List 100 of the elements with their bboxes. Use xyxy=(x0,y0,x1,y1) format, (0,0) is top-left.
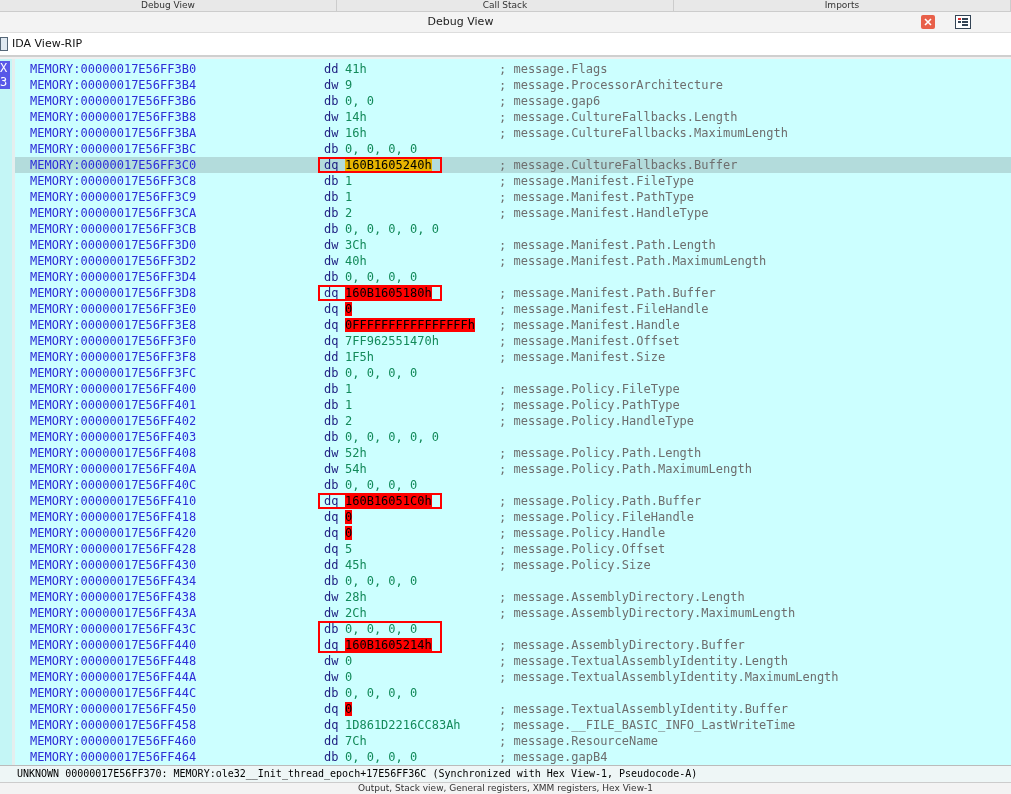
listing-row[interactable]: MEMORY:00000017E56FF408 dw 52h ; message.Policy.Path.Length xyxy=(15,444,1011,461)
address: MEMORY:00000017E56FF3C0 xyxy=(30,156,198,173)
value: 14h xyxy=(345,109,367,124)
listing-row[interactable]: MEMORY:00000017E56FF40C db 0, 0, 0, 0 xyxy=(15,476,1011,493)
panel-tabs-label[interactable]: Output, Stack view, General registers, XMM registers, Hex View-1 xyxy=(358,783,653,794)
comment: ; message.Policy.HandleType xyxy=(499,412,695,429)
value: 9 xyxy=(345,77,353,92)
listing-row[interactable]: MEMORY:00000017E56FF448 dw 0 ; message.TextualAssemblyIdentity.Length xyxy=(15,652,1011,669)
address: MEMORY:00000017E56FF430 xyxy=(30,556,198,573)
address: MEMORY:00000017E56FF448 xyxy=(30,652,198,669)
value: 40h xyxy=(345,253,367,268)
value: 16h xyxy=(345,125,367,140)
listing-row[interactable]: MEMORY:00000017E56FF43A dw 2Ch ; message.AssemblyDirectory.MaximumLength xyxy=(15,604,1011,621)
value: 54h xyxy=(345,461,367,476)
listing-row[interactable]: MEMORY:00000017E56FF3D2 dw 40h ; message.Manifest.Path.MaximumLength xyxy=(15,252,1011,269)
value: 3Ch xyxy=(345,237,367,252)
listing-row[interactable]: MEMORY:00000017E56FF3B6 db 0, 0 ; message.gap6 xyxy=(15,92,1011,109)
directive: dq xyxy=(323,540,340,557)
listing-row[interactable]: MEMORY:00000017E56FF3F8 dd 1F5h ; message.Manifest.Size xyxy=(15,348,1011,365)
address: MEMORY:00000017E56FF44A xyxy=(30,668,198,685)
comment: ; message.Policy.Path.Length xyxy=(499,444,702,461)
address: MEMORY:00000017E56FF3D0 xyxy=(30,236,198,253)
comment: ; message.Manifest.Size xyxy=(499,348,666,365)
listing-row[interactable]: MEMORY:00000017E56FF460 dd 7Ch ; message.ResourceName xyxy=(15,732,1011,749)
comment: ; message.ProcessorArchitecture xyxy=(499,76,723,93)
address: MEMORY:00000017E56FF460 xyxy=(30,732,198,749)
listing-row[interactable]: MEMORY:00000017E56FF3C8 db 1 ; message.Manifest.FileType xyxy=(15,172,1011,189)
directive: db xyxy=(323,204,340,221)
address: MEMORY:00000017E56FF464 xyxy=(30,748,198,765)
directive: dw xyxy=(323,652,340,669)
comment: ; message.Policy.FileHandle xyxy=(499,508,695,525)
value: 7Ch xyxy=(345,733,367,748)
value: 1 xyxy=(345,173,353,188)
directive: dw xyxy=(323,124,340,141)
listing-row[interactable]: MEMORY:00000017E56FF450 dq 0 ; message.TextualAssemblyIdentity.Buffer xyxy=(15,700,1011,717)
view-tab[interactable]: IDA View-RIP xyxy=(0,36,83,51)
listing-row[interactable]: MEMORY:00000017E56FF3C9 db 1 ; message.Manifest.PathType xyxy=(15,188,1011,205)
directive: dw xyxy=(323,236,340,253)
listing-row[interactable]: MEMORY:00000017E56FF3B4 dw 9 ; message.ProcessorArchitecture xyxy=(15,76,1011,93)
address: MEMORY:00000017E56FF438 xyxy=(30,588,198,605)
listing-row[interactable]: MEMORY:00000017E56FF430 dd 45h ; message.Policy.Size xyxy=(15,556,1011,573)
value: 2 xyxy=(345,205,353,220)
panel-tab[interactable]: Debug View xyxy=(0,0,337,11)
value: 0, 0, 0, 0, 0 xyxy=(345,429,439,444)
listing-row[interactable]: MEMORY:00000017E56FF43C db 0, 0, 0, 0 xyxy=(15,620,1011,637)
directive: dd xyxy=(323,556,340,573)
value: 0 xyxy=(345,301,353,316)
value: 0, 0, 0, 0 xyxy=(345,477,418,492)
close-icon[interactable] xyxy=(921,15,935,29)
address: MEMORY:00000017E56FF43C xyxy=(30,620,198,637)
listing-row[interactable]: MEMORY:00000017E56FF401 db 1 ; message.Policy.PathType xyxy=(15,396,1011,413)
value: 0FFFFFFFFFFFFFFFFh xyxy=(345,317,476,332)
listing-row[interactable]: MEMORY:00000017E56FF3E0 dq 0 ; message.Manifest.FileHandle xyxy=(15,300,1011,317)
panel-tab[interactable]: Imports xyxy=(674,0,1011,11)
listing-row[interactable]: MEMORY:00000017E56FF434 db 0, 0, 0, 0 xyxy=(15,572,1011,589)
listing-row[interactable]: MEMORY:00000017E56FF44C db 0, 0, 0, 0 xyxy=(15,684,1011,701)
address: MEMORY:00000017E56FF40A xyxy=(30,460,198,477)
listing-row[interactable]: MEMORY:00000017E56FF3FC db 0, 0, 0, 0 xyxy=(15,364,1011,381)
comment: ; message.__FILE_BASIC_INFO_LastWriteTime xyxy=(499,716,796,733)
value: 160B1605214h xyxy=(345,637,432,652)
value: 0 xyxy=(345,509,353,524)
listing-row[interactable]: MEMORY:00000017E56FF420 dq 0 ; message.Policy.Handle xyxy=(15,524,1011,541)
listing-row[interactable]: MEMORY:00000017E56FF3B8 dw 14h ; message.CultureFallbacks.Length xyxy=(15,108,1011,125)
selected-row[interactable]: MEMORY:00000017E56FF3C0 dq 160B1605240h ; message.CultureFallbacks.Buffer xyxy=(15,156,1011,173)
listing-row[interactable]: MEMORY:00000017E56FF438 dw 28h ; message.AssemblyDirectory.Length xyxy=(15,588,1011,605)
listing-row[interactable]: MEMORY:00000017E56FF458 dq 1D861D2216CC83Ah ; message.__FILE_BASIC_INFO_LastWriteTime xyxy=(15,716,1011,733)
listing-row[interactable]: MEMORY:00000017E56FF3E8 dq 0FFFFFFFFFFFFFFFFh ; message.Manifest.Handle xyxy=(15,316,1011,333)
listing-row[interactable]: MEMORY:00000017E56FF3D0 dw 3Ch ; message.Manifest.Path.Length xyxy=(15,236,1011,253)
comment: ; message.TextualAssemblyIdentity.MaximumLength xyxy=(499,668,839,685)
listing-row[interactable]: MEMORY:00000017E56FF464 db 0, 0, 0, 0 ; message.gapB4 xyxy=(15,748,1011,765)
address: MEMORY:00000017E56FF3D4 xyxy=(30,268,198,285)
listing-row[interactable]: MEMORY:00000017E56FF3CA db 2 ; message.Manifest.HandleType xyxy=(15,204,1011,221)
listing-row[interactable]: MEMORY:00000017E56FF400 db 1 ; message.Policy.FileType xyxy=(15,380,1011,397)
comment: ; message.Flags xyxy=(499,60,608,77)
directive: dq xyxy=(323,524,340,541)
listing-row[interactable]: MEMORY:00000017E56FF3F0 dq 7FF962551470h ; message.Manifest.Offset xyxy=(15,332,1011,349)
directive: dw xyxy=(323,252,340,269)
address: MEMORY:00000017E56FF401 xyxy=(30,396,198,413)
listing-row[interactable]: MEMORY:00000017E56FF3CB db 0, 0, 0, 0, 0 xyxy=(15,220,1011,237)
listing-row[interactable]: MEMORY:00000017E56FF44A dw 0 ; message.TextualAssemblyIdentity.MaximumLength xyxy=(15,668,1011,685)
listing-row[interactable]: MEMORY:00000017E56FF3BC db 0, 0, 0, 0 xyxy=(15,140,1011,157)
listing-row[interactable]: MEMORY:00000017E56FF3D4 db 0, 0, 0, 0 xyxy=(15,268,1011,285)
comment: ; message.Manifest.PathType xyxy=(499,188,695,205)
comment: ; message.Policy.Size xyxy=(499,556,651,573)
listing-row[interactable]: MEMORY:00000017E56FF440 dq 160B1605214h ; message.AssemblyDirectory.Buffer xyxy=(15,636,1011,653)
listing-row[interactable]: MEMORY:00000017E56FF402 db 2 ; message.Policy.HandleType xyxy=(15,412,1011,429)
comment: ; message.AssemblyDirectory.MaximumLength xyxy=(499,604,796,621)
list-icon[interactable] xyxy=(955,15,971,29)
panel-tab[interactable]: Call Stack xyxy=(337,0,674,11)
comment: ; message.Manifest.Path.Buffer xyxy=(499,284,716,301)
address: MEMORY:00000017E56FF44C xyxy=(30,684,198,701)
listing-row[interactable]: MEMORY:00000017E56FF3BA dw 16h ; message.CultureFallbacks.MaximumLength xyxy=(15,124,1011,141)
listing-row[interactable]: MEMORY:00000017E56FF410 dq 160B16051C0h ; message.Policy.Path.Buffer xyxy=(15,492,1011,509)
listing-row[interactable]: MEMORY:00000017E56FF403 db 0, 0, 0, 0, 0 xyxy=(15,428,1011,445)
listing-row[interactable]: MEMORY:00000017E56FF3B0 dd 41h ; message.Flags xyxy=(15,60,1011,77)
directive: dw xyxy=(323,668,340,685)
listing-row[interactable]: MEMORY:00000017E56FF418 dq 0 ; message.Policy.FileHandle xyxy=(15,508,1011,525)
listing-row[interactable]: MEMORY:00000017E56FF3D8 dq 160B1605180h ; message.Manifest.Path.Buffer xyxy=(15,284,1011,301)
listing-row[interactable]: MEMORY:00000017E56FF428 dq 5 ; message.Policy.Offset xyxy=(15,540,1011,557)
listing-row[interactable]: MEMORY:00000017E56FF40A dw 54h ; message.Policy.Path.MaximumLength xyxy=(15,460,1011,477)
